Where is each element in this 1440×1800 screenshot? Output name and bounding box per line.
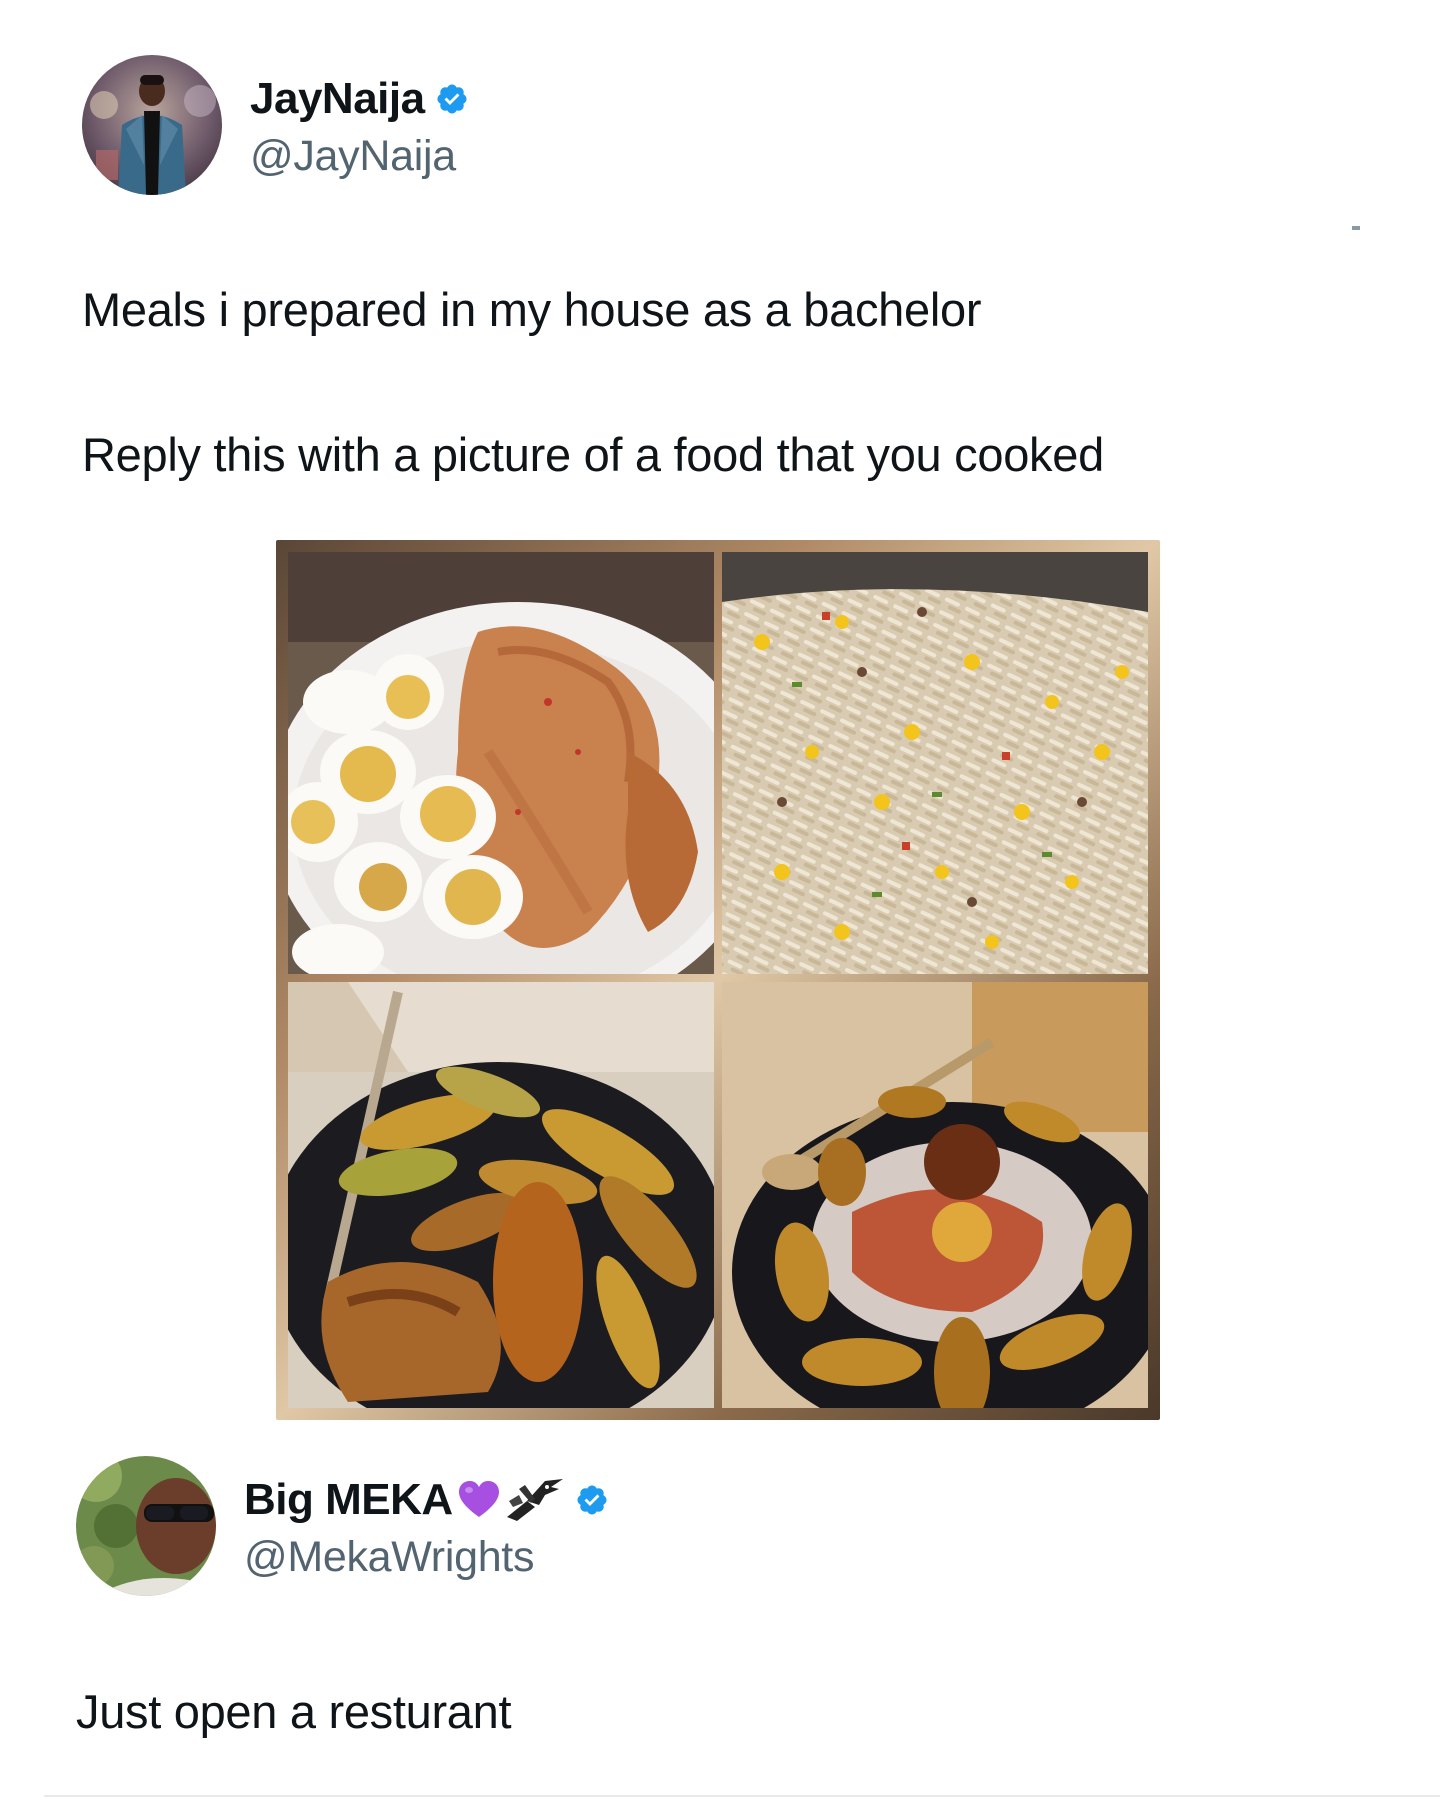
eagle-icon <box>506 1478 563 1521</box>
display-name[interactable]: JayNaija <box>250 76 425 121</box>
chevron-down-icon[interactable] <box>1352 226 1360 230</box>
tweet-text-line-1: Meals i prepared in my house as a bachel… <box>82 283 982 336</box>
author-names: JayNaija @JayNaija <box>250 73 469 178</box>
avatar[interactable] <box>82 55 222 195</box>
photo-plantain-and-stew[interactable] <box>288 982 714 1408</box>
tweet-header: JayNaija @JayNaija <box>82 55 469 195</box>
purple-heart-icon <box>458 1480 499 1517</box>
handle[interactable]: @JayNaija <box>250 134 469 178</box>
reply-text: Just open a resturant <box>76 1685 512 1738</box>
reply-verified-badge-icon <box>577 1484 607 1515</box>
bottom-divider <box>44 1795 1440 1797</box>
reply-name-row: Big MEKA <box>244 1474 609 1526</box>
reply-header: Big MEKA @MekaWrights <box>76 1456 609 1596</box>
tweet-screenshot: { "original_tweet": { "display_name": "J… <box>0 0 1440 1800</box>
reply-avatar[interactable] <box>76 1456 216 1596</box>
reply-avatar-image <box>76 1456 216 1596</box>
photo-eggs-and-chicken[interactable] <box>288 552 714 974</box>
reply-author-names: Big MEKA @MekaWrights <box>244 1474 609 1579</box>
photo-fried-rice[interactable] <box>722 552 1148 974</box>
verified-badge-icon <box>437 83 467 114</box>
photo-swallow-plantain-egg-sauce[interactable] <box>722 982 1148 1408</box>
name-row: JayNaija <box>250 73 469 125</box>
reply-handle[interactable]: @MekaWrights <box>244 1535 609 1579</box>
avatar-image <box>82 55 222 195</box>
tweet-text-line-2: Reply this with a picture of a food that… <box>82 428 1104 481</box>
reply-display-name[interactable]: Big MEKA <box>244 1477 453 1522</box>
tweet-media-collage[interactable] <box>276 540 1160 1420</box>
